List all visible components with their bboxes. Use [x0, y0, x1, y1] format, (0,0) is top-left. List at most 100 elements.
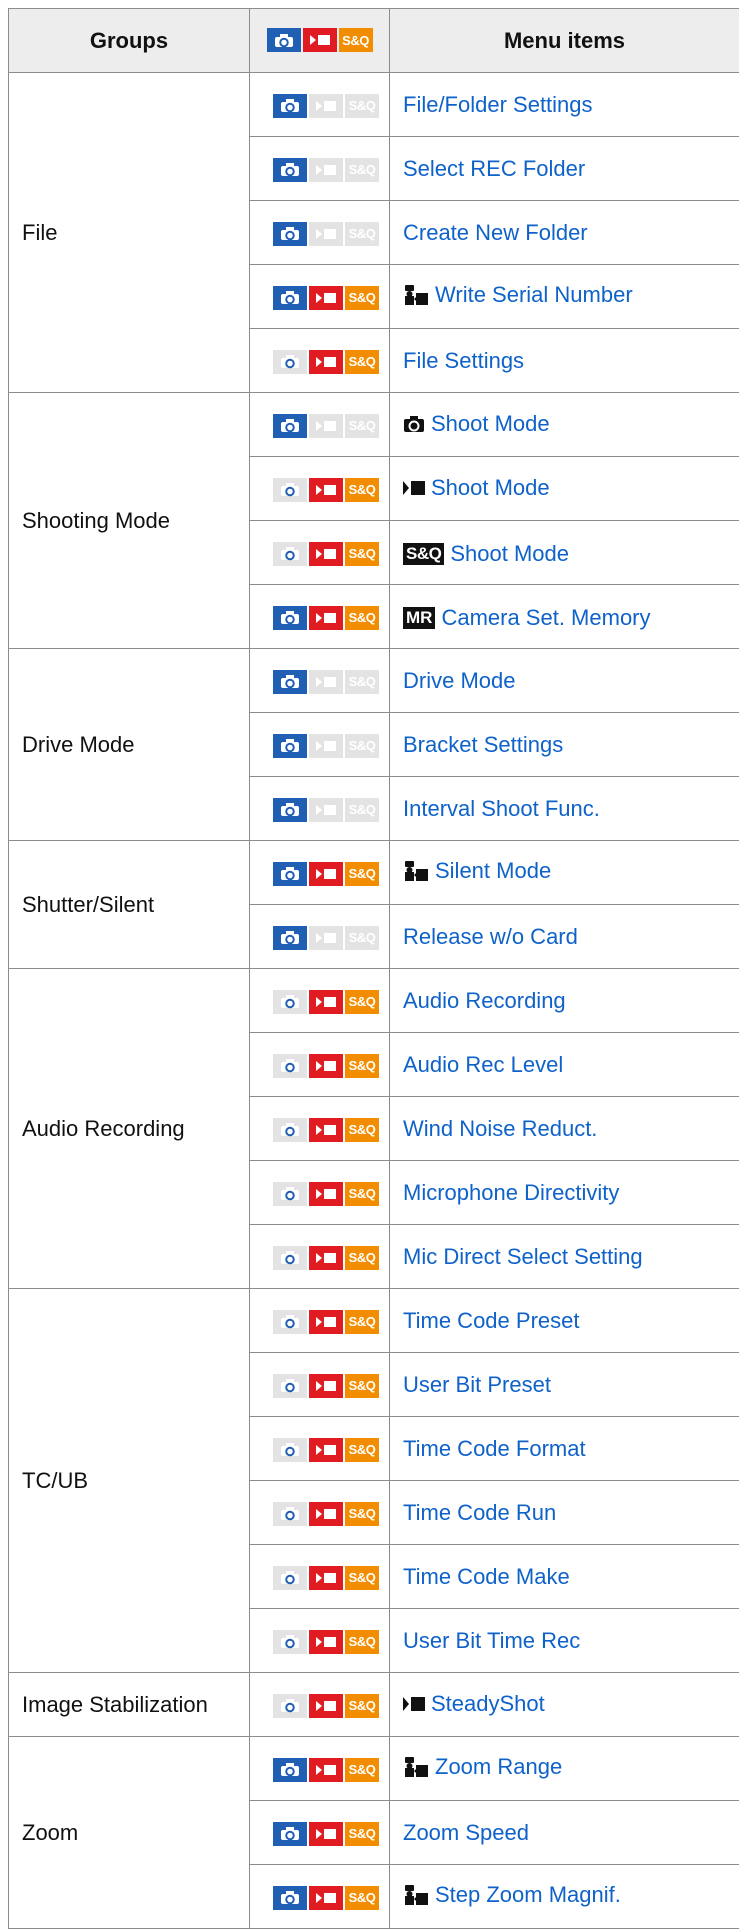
menu-item-link[interactable]: Step Zoom Magnif.: [403, 1882, 621, 1908]
mode-cell: S&Q: [250, 1481, 390, 1545]
table-row: Audio RecordingS&QAudio Recording: [9, 969, 739, 1033]
camera-glyph: [280, 738, 300, 753]
sq-mode-label: S&Q: [349, 802, 376, 817]
menu-item-label: File/Folder Settings: [403, 92, 593, 118]
camera-glyph: [280, 290, 300, 305]
menu-item-link[interactable]: File Settings: [403, 348, 524, 374]
group-cell: Shooting Mode: [9, 393, 250, 649]
menu-item-link[interactable]: Select REC Folder: [403, 156, 585, 182]
photo-mode-icon: [273, 734, 307, 758]
menu-item-cell: Zoom Speed: [390, 1801, 739, 1865]
sq-mode-icon: S&Q: [345, 1118, 379, 1142]
movie-mode-icon: [309, 990, 343, 1014]
camera-glyph: [280, 802, 300, 817]
menu-item-link[interactable]: Zoom Range: [403, 1754, 562, 1780]
menu-item-cell: Microphone Directivity: [390, 1161, 739, 1225]
menu-item-label: Select REC Folder: [403, 156, 585, 182]
menu-item-label: Bracket Settings: [403, 732, 563, 758]
sq-mode-label: S&Q: [349, 674, 376, 689]
menu-item-cell: Write Serial Number: [390, 265, 739, 329]
menu-item-cell: Shoot Mode: [390, 457, 739, 521]
mode-icons: S&Q: [273, 478, 379, 502]
movie-glyph: [403, 479, 425, 497]
sq-mode-label: S&Q: [349, 866, 376, 881]
movie-glyph: [316, 867, 336, 881]
movie-glyph: [316, 739, 336, 753]
menu-item-cell: User Bit Preset: [390, 1353, 739, 1417]
camera-glyph: [280, 1506, 300, 1521]
movie-glyph: [316, 1635, 336, 1649]
menu-item-link[interactable]: Microphone Directivity: [403, 1180, 619, 1206]
menu-item-link[interactable]: Time Code Make: [403, 1564, 570, 1590]
sq-mode-icon: S&Q: [339, 28, 373, 52]
mode-cell: S&Q: [250, 777, 390, 841]
mix-glyph: [403, 284, 429, 306]
menu-item-link[interactable]: Mic Direct Select Setting: [403, 1244, 643, 1270]
movie-glyph: [316, 1443, 336, 1457]
mode-cell: S&Q: [250, 649, 390, 713]
sq-mode-disabled-icon: S&Q: [345, 158, 379, 182]
menu-item-link[interactable]: SteadyShot: [403, 1691, 545, 1717]
menu-item-label: Create New Folder: [403, 220, 588, 246]
menu-item-label: Zoom Range: [435, 1754, 562, 1780]
menu-item-link[interactable]: Write Serial Number: [403, 282, 633, 308]
menu-item-label: User Bit Time Rec: [403, 1628, 580, 1654]
menu-item-link[interactable]: Interval Shoot Func.: [403, 796, 600, 822]
sq-mode-label: S&Q: [349, 930, 376, 945]
menu-item-link[interactable]: Zoom Speed: [403, 1820, 529, 1846]
camera-glyph: [280, 1762, 300, 1777]
menu-item-link[interactable]: Drive Mode: [403, 668, 515, 694]
menu-item-cell: Time Code Preset: [390, 1289, 739, 1353]
photo-mode-icon: [273, 94, 307, 118]
camera-glyph: [280, 1634, 300, 1649]
sq-mode-icon: S&Q: [345, 606, 379, 630]
menu-item-link[interactable]: Wind Noise Reduct.: [403, 1116, 597, 1142]
menu-item-link[interactable]: Release w/o Card: [403, 924, 578, 950]
menu-item-link[interactable]: Bracket Settings: [403, 732, 563, 758]
menu-item-link[interactable]: User Bit Time Rec: [403, 1628, 580, 1654]
sq-mode-label: S&Q: [349, 738, 376, 753]
photo-mode-icon: [273, 1886, 307, 1910]
mode-icons: S&Q: [273, 542, 379, 566]
menu-item-link[interactable]: Create New Folder: [403, 220, 588, 246]
mix-icon: [403, 1756, 429, 1778]
menu-item-link[interactable]: Audio Rec Level: [403, 1052, 563, 1078]
menu-item-link[interactable]: User Bit Preset: [403, 1372, 551, 1398]
menu-item-link[interactable]: Shoot Mode: [403, 475, 550, 501]
sq-mode-label: S&Q: [349, 1698, 376, 1713]
camera-glyph: [280, 162, 300, 177]
mode-cell: S&Q: [250, 393, 390, 457]
photo-mode-icon: [273, 862, 307, 886]
menu-item-link[interactable]: Time Code Preset: [403, 1308, 579, 1334]
menu-item-link[interactable]: Audio Recording: [403, 988, 566, 1014]
menu-item-link[interactable]: Silent Mode: [403, 858, 551, 884]
menu-item-link[interactable]: Time Code Run: [403, 1500, 556, 1526]
table-body: FileS&QFile/Folder SettingsS&QSelect REC…: [9, 73, 739, 1929]
photo-mode-icon: [273, 286, 307, 310]
sq-mode-icon: S&Q: [345, 1374, 379, 1398]
mr-badge: MR: [403, 607, 435, 629]
movie-mode-icon: [309, 1182, 343, 1206]
menu-item-link[interactable]: Time Code Format: [403, 1436, 586, 1462]
menu-item-link[interactable]: MRCamera Set. Memory: [403, 605, 651, 631]
camera-glyph: [280, 418, 300, 433]
movie-mode-icon: [309, 1758, 343, 1782]
photo-mode-icon: [273, 1758, 307, 1782]
camera-glyph: [280, 674, 300, 689]
sq-mode-disabled-icon: S&Q: [345, 670, 379, 694]
movie-glyph: [316, 931, 336, 945]
menu-item-link[interactable]: S&QShoot Mode: [403, 541, 569, 567]
menu-item-link[interactable]: Shoot Mode: [403, 411, 550, 437]
menu-item-label: Time Code Run: [403, 1500, 556, 1526]
movie-mode-icon: [309, 1054, 343, 1078]
mode-icons: S&Q: [273, 414, 379, 438]
sq-mode-icon: S&Q: [345, 1438, 379, 1462]
movie-mode-icon: [309, 1438, 343, 1462]
sq-mode-label: S&Q: [349, 1250, 376, 1265]
table-row: Drive ModeS&QDrive Mode: [9, 649, 739, 713]
menu-item-cell: Time Code Run: [390, 1481, 739, 1545]
sq-mode-icon: S&Q: [345, 1758, 379, 1782]
movie-mode-icon: [309, 542, 343, 566]
menu-item-link[interactable]: File/Folder Settings: [403, 92, 593, 118]
menu-item-label: Silent Mode: [435, 858, 551, 884]
